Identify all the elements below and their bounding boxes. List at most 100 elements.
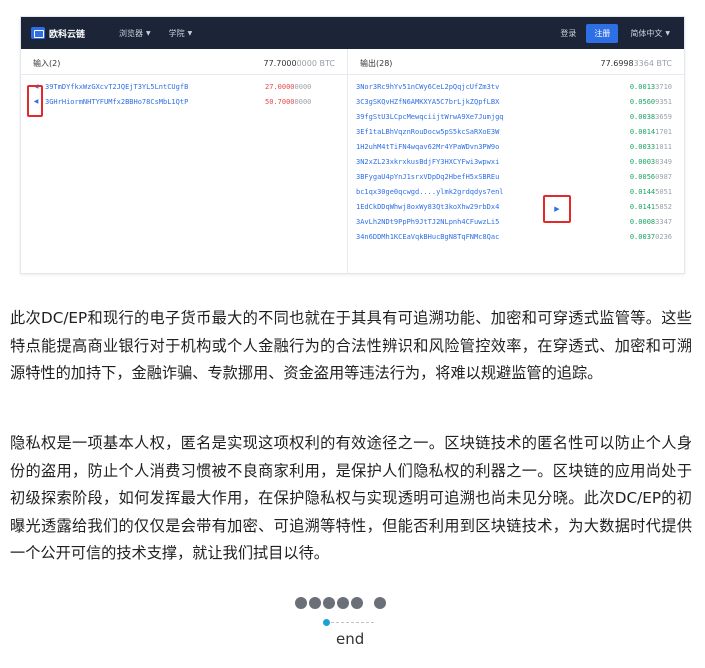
nav-item-label: 学院 [168, 28, 185, 38]
output-row: 1H2uhM4tTiFN4wqav62Mr4YPaWDvn3PW9o 0.0033… [348, 139, 684, 154]
output-row: 3BFygaU4pYnJ1srxVDpDq2HbefH5xSBREu 0.0056… [348, 169, 684, 184]
output-amount-main: 0.0013 [629, 82, 656, 91]
nav-item-browser[interactable]: 浏览器 ▼ [119, 28, 151, 39]
login-link[interactable]: 登录 [560, 28, 576, 39]
output-amount-main: 0.0141 [629, 202, 656, 211]
dot-icon [337, 597, 349, 609]
output-amount-dim: 3659 [655, 112, 672, 121]
inputs-header: 输入(2) 77.70000000 BTC [21, 53, 347, 75]
output-amount-dim: 8349 [655, 157, 672, 166]
explorer-topbar: 欧科云链 浏览器 ▼ 学院 ▼ 登录 注册 简体中文 ▼ [21, 17, 684, 49]
chevron-down-icon: ▼ [146, 29, 151, 37]
output-amount-main: 0.0144 [629, 187, 656, 196]
input-row: ◀ 39TmDYfkxWzGXcvT2JQEjT3YL5LntCUgfB 27.00… [21, 79, 347, 94]
dot-icon [295, 597, 307, 609]
dot-icon [351, 597, 363, 609]
output-amount: 0.01445051 [630, 188, 672, 196]
outputs-column: 输出(28) 77.69983364 BTC 3Nor3Rc9hYv51nCWy… [348, 49, 684, 273]
chevron-down-icon: ▼ [665, 29, 670, 37]
output-row: 34n6DDMh1KCEaVqkBHucBgN8TqFNMc8Qac 0.0037… [348, 229, 684, 244]
dot-icon [309, 597, 321, 609]
chevron-right-icon[interactable]: ▶ [554, 205, 559, 213]
output-amount-main: 0.0560 [629, 97, 656, 106]
article-paragraph-1: 此次DC/EP和现行的电子货币最大的不同也就在于其具有可追溯功能、加密和可穿透式… [10, 309, 692, 382]
output-address[interactable]: 3AvLh2NDt9PpPh9JtTJ2NLpnh4CFuwzLi5 [356, 218, 536, 226]
dot-icon [323, 597, 335, 609]
output-address[interactable]: 39fgStU3LCpcMewqciijtWrwA9Xe7Jumjgq [356, 113, 536, 121]
outputs-total-dim: 3364 BTC [633, 59, 672, 68]
output-amount: 0.00370236 [630, 233, 672, 241]
output-address[interactable]: 1H2uhM4tTiFN4wqav62Mr4YPaWDvn3PW9o [356, 143, 536, 151]
input-amount: 50.70000000 [265, 98, 311, 106]
output-address[interactable]: 3C3gSKQvHZfN6AMKXYA5C7brLjkZQpfLBX [356, 98, 536, 106]
output-address[interactable]: bc1qx30ge0qcwgd....ylmk2grdqdys7enl [356, 188, 536, 196]
end-dot-icon [323, 619, 330, 626]
input-row: ◀ 3GHrHiormNHTYFUMfx2BBHo78CsMbL1QtP 50.70… [21, 94, 347, 109]
output-address[interactable]: 3Ef1taLBhVqznRouDocw5pS5kcSaRXoE3W [356, 128, 536, 136]
input-amount-main: 27.0000 [265, 82, 295, 91]
outputs-title: 输出(28) [360, 59, 393, 68]
output-amount-dim: 9351 [655, 97, 672, 106]
output-amount: 0.00331011 [630, 143, 672, 151]
brand-logo-icon [31, 27, 45, 39]
output-address[interactable]: 1EdCkDDqWhwj8oxWy83Qt3koXhw29rbDx4 [356, 203, 536, 211]
output-row: 3Ef1taLBhVqznRouDocw5pS5kcSaRXoE3W 0.0014… [348, 124, 684, 139]
input-address[interactable]: 39TmDYfkxWzGXcvT2JQEjT3YL5LntCUgfB [45, 83, 215, 91]
inputs-total-main: 77.7000 [263, 59, 297, 68]
input-amount-dim: 0000 [294, 82, 312, 91]
output-address[interactable]: 3N2xZL23xkrxkusBdjFY3HXCYFwi3wpwxi [356, 158, 536, 166]
output-amount: 0.00383659 [630, 113, 672, 121]
output-amount: 0.00141701 [630, 128, 672, 136]
outputs-header: 输出(28) 77.69983364 BTC [348, 53, 684, 75]
inputs-list: ◀ 39TmDYfkxWzGXcvT2JQEjT3YL5LntCUgfB 27.00… [21, 75, 347, 113]
output-amount: 0.01415852 [630, 203, 672, 211]
output-amount-dim: 1701 [655, 127, 672, 136]
output-amount-dim: 5852 [655, 202, 672, 211]
output-amount-main: 0.0033 [629, 142, 656, 151]
chevron-down-icon: ▼ [187, 29, 193, 37]
output-amount-dim: 3710 [655, 82, 672, 91]
nav-item-academy[interactable]: 学院 ▼ [169, 28, 193, 39]
input-amount-main: 50.7000 [265, 97, 295, 106]
input-amount-dim: 0000 [294, 97, 312, 106]
outputs-total: 77.69983364 BTC [601, 59, 673, 68]
end-label: end [336, 630, 365, 648]
output-amount-main: 0.0056 [629, 172, 656, 181]
output-row: 3N2xZL23xkrxkusBdjFY3HXCYFwi3wpwxi 0.0003… [348, 154, 684, 169]
output-amount-dim: 3347 [655, 217, 672, 226]
explorer-screenshot: 欧科云链 浏览器 ▼ 学院 ▼ 登录 注册 简体中文 ▼ 输入(2) 77.70… [20, 16, 685, 274]
inputs-total: 77.70000000 BTC [264, 59, 336, 68]
article-paragraph-2: 隐私权是一项基本人权，匿名是实现这项权利的有效途径之一。区块链技术的匿名性可以防… [10, 434, 692, 562]
output-amount: 0.00038349 [630, 158, 672, 166]
dot-icon [374, 597, 386, 609]
input-address[interactable]: 3GHrHiormNHTYFUMfx2BBHo78CsMbL1QtP [45, 98, 215, 106]
divider-dots [295, 597, 386, 609]
output-amount-main: 0.0003 [629, 157, 656, 166]
output-amount-main: 0.0038 [629, 112, 656, 121]
output-amount-main: 0.0037 [629, 232, 656, 241]
output-row: bc1qx30ge0qcwgd....ylmk2grdqdys7enl 0.014… [348, 184, 684, 199]
output-address[interactable]: 3BFygaU4pYnJ1srxVDpDq2HbefH5xSBREu [356, 173, 536, 181]
output-amount-dim: 1011 [655, 142, 672, 151]
nav-item-label: 浏览器 [119, 28, 144, 38]
output-amount: 0.00560987 [630, 173, 672, 181]
brand-name: 欧科云链 [49, 29, 86, 40]
explorer-brand[interactable]: 欧科云链 [31, 27, 85, 40]
output-amount-main: 0.0014 [629, 127, 656, 136]
output-address[interactable]: 34n6DDMh1KCEaVqkBHucBgN8TqFNMc8Qac [356, 233, 536, 241]
language-select[interactable]: 简体中文 ▼ [630, 28, 670, 39]
language-label: 简体中文 [630, 28, 663, 38]
output-row: 3Nor3Rc9hYv51nCWy6CeL2pQqjcUfZm3tv 0.0013… [348, 79, 684, 94]
output-row: 3C3gSKQvHZfN6AMKXYA5C7brLjkZQpfLBX 0.0560… [348, 94, 684, 109]
output-amount-dim: 5051 [655, 187, 672, 196]
output-amount-dim: 0987 [655, 172, 672, 181]
output-row: 39fgStU3LCpcMewqciijtWrwA9Xe7Jumjgq 0.003… [348, 109, 684, 124]
output-amount: 0.00083347 [630, 218, 672, 226]
output-amount-main: 0.0008 [629, 217, 656, 226]
output-amount: 0.00133710 [630, 83, 672, 91]
output-address[interactable]: 3Nor3Rc9hYv51nCWy6CeL2pQqjcUfZm3tv [356, 83, 536, 91]
outputs-list: 3Nor3Rc9hYv51nCWy6CeL2pQqjcUfZm3tv 0.0013… [348, 75, 684, 248]
register-button[interactable]: 注册 [586, 23, 619, 43]
explorer-nav: 浏览器 ▼ 学院 ▼ [119, 28, 192, 39]
input-amount: 27.00000000 [265, 83, 311, 91]
